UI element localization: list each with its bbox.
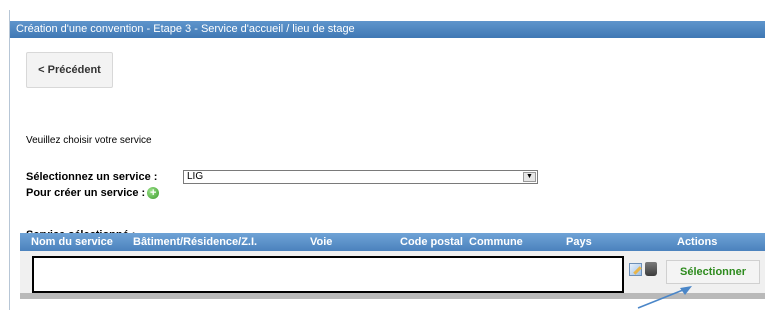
add-service-icon[interactable]: + — [147, 187, 160, 200]
annotation-arrow — [637, 286, 692, 309]
create-service-row: Pour créer un service : + — [26, 187, 160, 200]
select-service-label: Sélectionnez un service : — [26, 171, 158, 183]
col-header-batiment: Bâtiment/Résidence/Z.I. — [133, 236, 258, 248]
trash-icon[interactable] — [645, 262, 657, 276]
col-header-nom-du-service: Nom du service — [31, 236, 113, 248]
create-service-label: Pour créer un service : — [26, 187, 146, 199]
edit-icon[interactable] — [629, 263, 642, 276]
select-service-button[interactable]: Sélectionner — [666, 260, 760, 284]
previous-button[interactable]: < Précédent — [26, 52, 113, 88]
service-select-value: LIG — [187, 171, 204, 182]
service-name-field[interactable] — [32, 256, 624, 293]
col-header-code-postal: Code postal — [400, 236, 463, 248]
col-header-pays: Pays — [566, 236, 592, 248]
service-select[interactable]: LIG ▼ — [183, 170, 538, 184]
col-header-actions: Actions — [677, 236, 718, 248]
col-header-voie: Voie — [310, 236, 333, 248]
col-header-commune: Commune — [469, 236, 523, 248]
service-prompt: Veuillez choisir votre service — [26, 135, 152, 146]
chevron-down-icon[interactable]: ▼ — [523, 172, 536, 182]
selected-service-table-header: Nom du service Bâtiment/Résidence/Z.I. V… — [20, 233, 765, 251]
panel-title: Création d'une convention - Etape 3 - Se… — [10, 21, 765, 38]
